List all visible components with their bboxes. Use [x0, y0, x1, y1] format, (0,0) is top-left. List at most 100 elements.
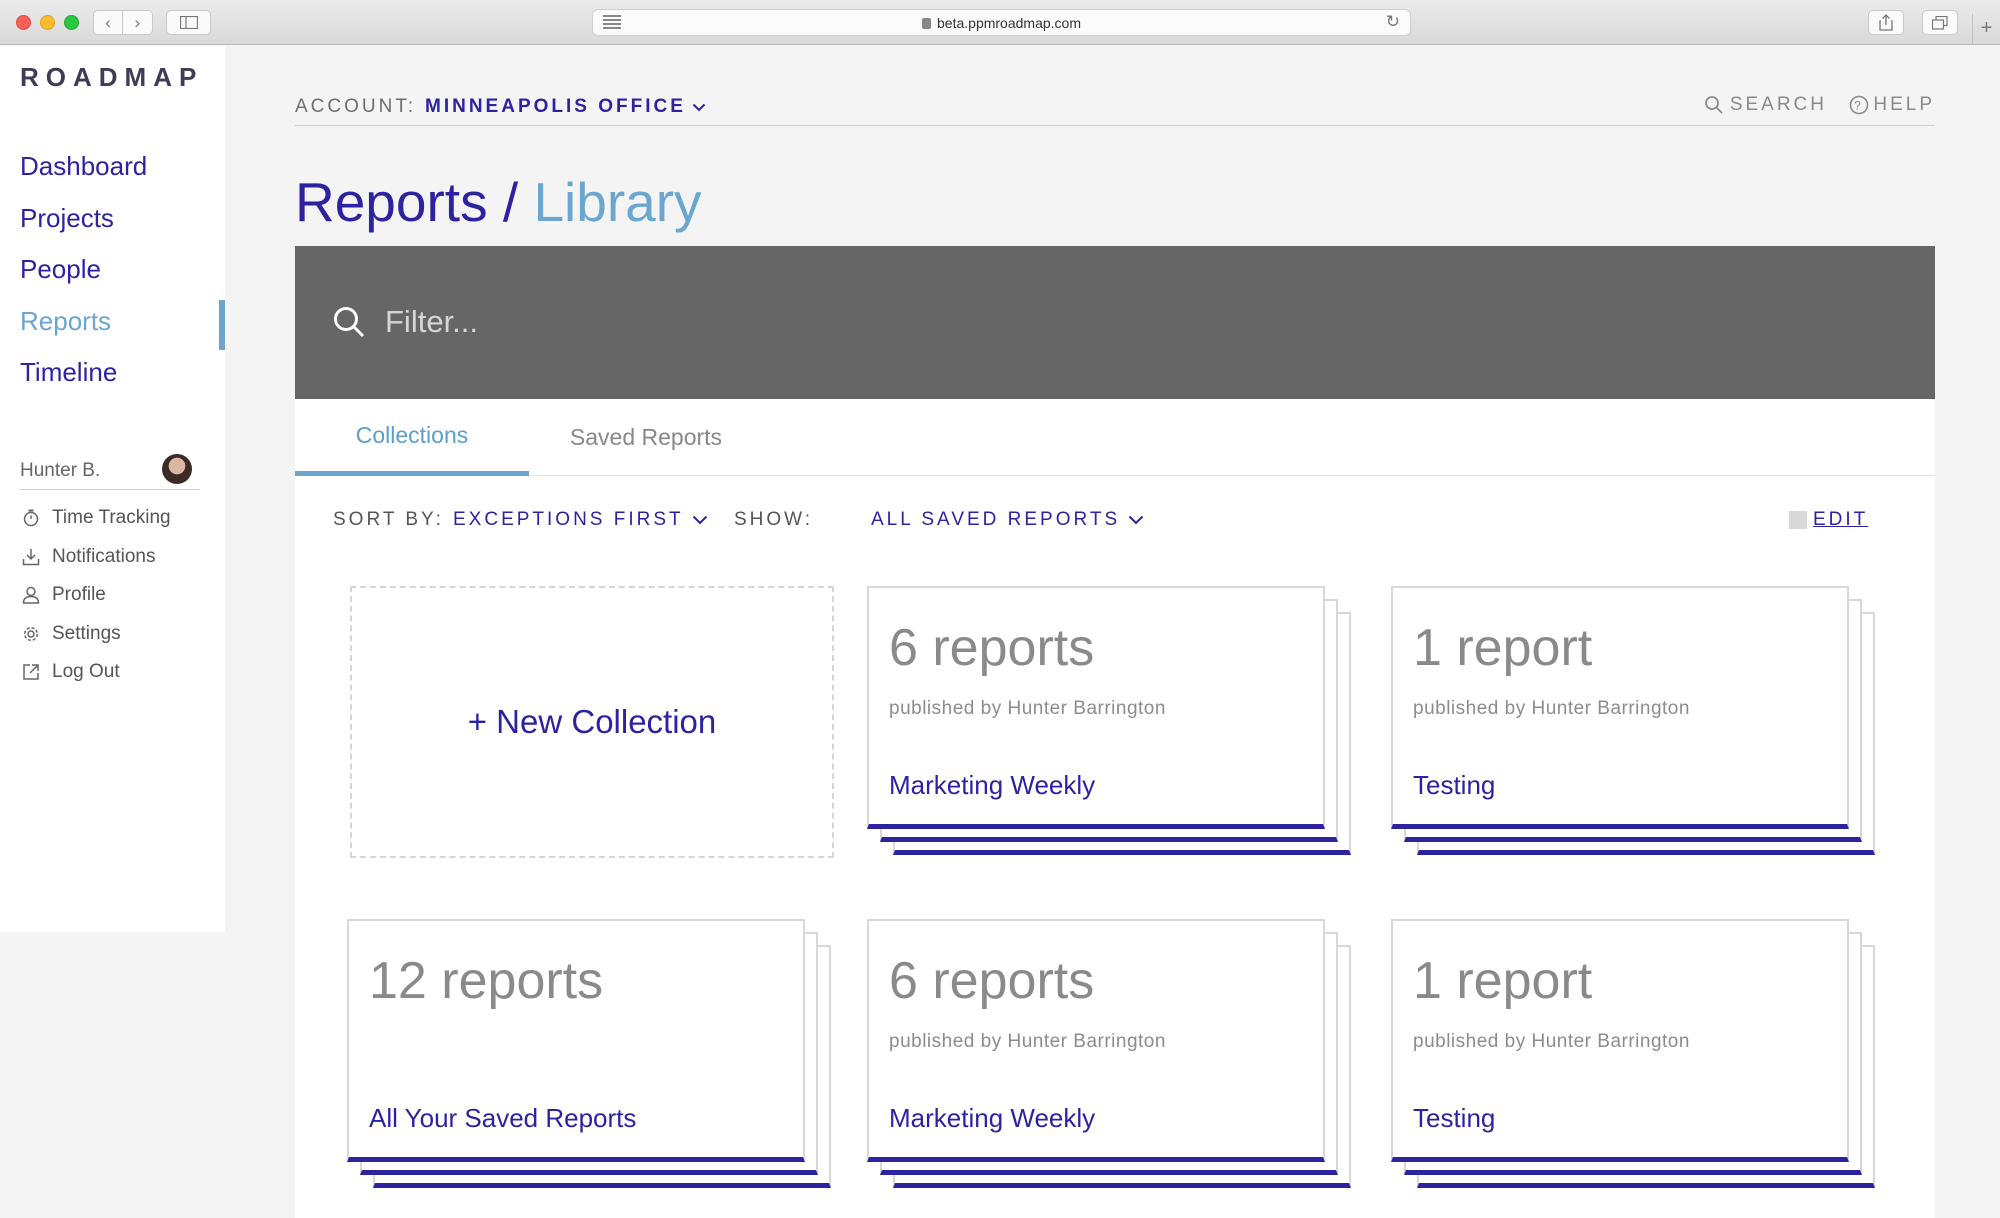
filter-input[interactable] [385, 296, 1785, 348]
url-text: beta.ppmroadmap.com [937, 14, 1081, 31]
published-by: published by Hunter Barrington [1413, 698, 1690, 719]
show-label: SHOW: [734, 509, 814, 530]
report-count: 6 reports [889, 952, 1095, 1010]
minimize-window-button[interactable] [40, 15, 55, 30]
collection-name[interactable]: Marketing Weekly [889, 1103, 1095, 1134]
browser-toolbar: ‹ › beta.ppmroadmap.com ↻ + [0, 0, 2000, 45]
edit-label: EDIT [1813, 509, 1869, 530]
sidebar-icon [179, 16, 198, 29]
tabs-icon [1932, 15, 1948, 30]
chevron-left-icon: ‹ [105, 12, 111, 32]
menu-item-notifications[interactable]: Notifications [20, 538, 210, 577]
show-tabs-button[interactable] [1922, 10, 1958, 35]
app-logo[interactable]: ROADMAP [20, 62, 203, 93]
menu-item-profile[interactable]: Profile [20, 576, 210, 615]
new-collection-button[interactable]: + New Collection [350, 586, 834, 858]
sidebar: ROADMAP Dashboard Projects People Report… [0, 46, 225, 932]
sort-label: SORT BY: [333, 509, 444, 530]
new-tab-button[interactable]: + [1972, 14, 2000, 45]
chevron-right-icon: › [134, 12, 141, 32]
show-value: ALL SAVED REPORTS [871, 509, 1121, 530]
collection-name[interactable]: Marketing Weekly [889, 770, 1095, 801]
tab-collections[interactable]: Collections [295, 399, 529, 476]
nav-item-projects[interactable]: Projects [0, 193, 225, 245]
nav-item-dashboard[interactable]: Dashboard [0, 141, 225, 193]
account-label: ACCOUNT: [295, 96, 417, 117]
card-face: 1 report published by Hunter Barrington … [1391, 586, 1849, 829]
close-window-button[interactable] [16, 15, 31, 30]
nav-item-reports[interactable]: Reports [0, 296, 225, 349]
lock-icon [922, 18, 932, 29]
forward-button[interactable]: › [123, 10, 153, 35]
nav-item-timeline[interactable]: Timeline [0, 347, 225, 399]
page-title-section[interactable]: Reports / [295, 171, 518, 233]
published-by: published by Hunter Barrington [1413, 1031, 1690, 1052]
report-count: 6 reports [889, 619, 1095, 677]
page-title: Reports / Library [295, 170, 702, 234]
share-button[interactable] [1868, 10, 1904, 35]
menu-item-time-tracking[interactable]: Time Tracking [20, 499, 210, 538]
main-nav: Dashboard Projects People Reports Timeli… [0, 141, 225, 399]
search-link[interactable]: SEARCH [1704, 94, 1827, 116]
sort-toolbar: SORT BY: EXCEPTIONS FIRST SHOW: ALL SAVE… [333, 509, 1913, 539]
card-face: 12 reports All Your Saved Reports [347, 919, 805, 1162]
menu-item-label: Log Out [52, 661, 120, 683]
tab-bar: Collections Saved Reports [295, 399, 1935, 476]
collection-name[interactable]: All Your Saved Reports [369, 1103, 636, 1134]
card-face: 6 reports published by Hunter Barrington… [867, 919, 1325, 1162]
account-selector[interactable]: MINNEAPOLIS OFFICE [425, 96, 706, 118]
account-bar: ACCOUNT: MINNEAPOLIS OFFICE SEARCH ? HEL… [295, 92, 1935, 126]
show-dropdown[interactable]: ALL SAVED REPORTS [871, 509, 1144, 531]
user-menu[interactable]: Hunter B. [20, 450, 200, 490]
help-icon: ? [1850, 95, 1869, 115]
user-name: Hunter B. [20, 460, 101, 481]
chevron-down-icon [692, 515, 707, 525]
collections-panel: Collections Saved Reports SORT BY: EXCEP… [295, 399, 1935, 1218]
menu-item-settings[interactable]: Settings [20, 615, 210, 654]
chevron-down-icon [692, 96, 706, 118]
collection-name[interactable]: Testing [1413, 1103, 1495, 1134]
card-face: 6 reports published by Hunter Barrington… [867, 586, 1325, 829]
card-face: 1 report published by Hunter Barrington … [1391, 919, 1849, 1162]
zoom-window-button[interactable] [64, 15, 79, 30]
address-bar[interactable]: beta.ppmroadmap.com ↻ [592, 9, 1411, 36]
edit-button[interactable]: EDIT [1789, 509, 1868, 531]
back-button[interactable]: ‹ [93, 10, 123, 35]
filter-bar [295, 246, 1935, 399]
collection-name[interactable]: Testing [1413, 770, 1495, 801]
avatar[interactable] [162, 454, 192, 484]
search-icon [1704, 96, 1723, 114]
stopwatch-icon [20, 507, 42, 529]
chevron-down-icon [1129, 515, 1144, 525]
help-link[interactable]: ? HELP [1849, 94, 1935, 116]
nav-item-people[interactable]: People [0, 244, 225, 296]
reload-icon[interactable]: ↻ [1386, 12, 1400, 32]
search-label: SEARCH [1729, 94, 1827, 115]
published-by: published by Hunter Barrington [889, 698, 1166, 719]
account-name: MINNEAPOLIS OFFICE [425, 96, 686, 117]
search-icon [334, 307, 365, 338]
report-count: 12 reports [369, 952, 604, 1010]
gear-icon [20, 623, 42, 645]
share-icon [1879, 14, 1893, 31]
menu-item-log-out[interactable]: Log Out [20, 653, 210, 692]
svg-text:?: ? [1855, 99, 1865, 113]
new-collection-label: + New Collection [467, 703, 717, 740]
menu-item-label: Settings [52, 622, 121, 644]
user-submenu: Time Tracking Notifications Profile Sett… [20, 499, 210, 692]
sidebar-toggle-button[interactable] [166, 10, 211, 35]
checkbox-icon [1789, 511, 1807, 529]
menu-item-label: Profile [52, 584, 106, 606]
menu-item-label: Time Tracking [52, 507, 171, 529]
person-icon [20, 584, 42, 606]
menu-item-label: Notifications [52, 545, 156, 567]
download-icon [20, 546, 42, 568]
report-count: 1 report [1413, 619, 1593, 677]
external-link-icon [20, 661, 42, 683]
report-count: 1 report [1413, 952, 1593, 1010]
sort-dropdown[interactable]: EXCEPTIONS FIRST [453, 509, 708, 531]
tab-saved-reports[interactable]: Saved Reports [529, 399, 763, 476]
published-by: published by Hunter Barrington [889, 1031, 1166, 1052]
page-title-subsection: Library [533, 171, 702, 233]
reader-icon[interactable] [603, 14, 621, 30]
